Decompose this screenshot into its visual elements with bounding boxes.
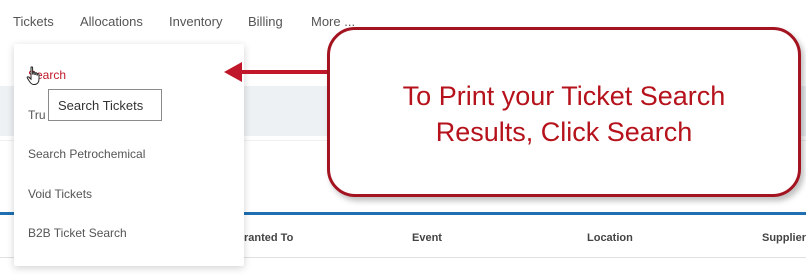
column-granted-to[interactable]: ranted To [244, 232, 293, 244]
tickets-dropdown-menu: Search Tru Search Petrochemical Void Tic… [14, 44, 244, 266]
callout-line-2: Results, Click Search [435, 117, 693, 147]
menu-item-truncated[interactable]: Tru [28, 108, 46, 122]
menu-item-b2b-ticket-search[interactable]: B2B Ticket Search [28, 226, 127, 240]
menu-item-void-tickets[interactable]: Void Tickets [28, 187, 92, 201]
callout-line-1: To Print your Ticket Search [402, 81, 726, 111]
column-location[interactable]: Location [587, 232, 633, 244]
hand-pointer-icon [26, 66, 40, 85]
nav-inventory[interactable]: Inventory [169, 14, 222, 29]
left-arrow-icon [224, 62, 330, 82]
nav-tickets[interactable]: Tickets [13, 14, 54, 29]
menu-item-search-petrochemical[interactable]: Search Petrochemical [28, 147, 145, 161]
nav-billing[interactable]: Billing [248, 14, 283, 29]
nav-allocations[interactable]: Allocations [80, 14, 143, 29]
search-tooltip: Search Tickets [48, 89, 162, 121]
column-event[interactable]: Event [412, 232, 442, 244]
column-supplier[interactable]: Supplier [762, 232, 806, 244]
instruction-callout: To Print your Ticket Search Results, Cli… [327, 27, 801, 197]
screen: Tickets Allocations Inventory Billing Mo… [0, 0, 806, 276]
